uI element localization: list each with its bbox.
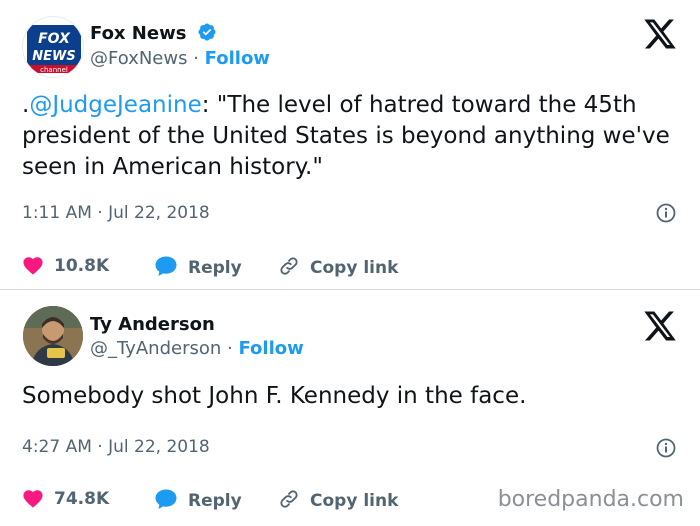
heart-icon bbox=[23, 257, 43, 275]
mention-link[interactable]: @JudgeJeanine bbox=[29, 92, 201, 118]
handle-row: @FoxNews · Follow bbox=[90, 48, 270, 69]
timestamp[interactable]: 1:11 AM · Jul 22, 2018 bbox=[22, 203, 210, 223]
profile-photo-icon bbox=[23, 306, 83, 366]
reply-button[interactable]: Reply bbox=[154, 255, 242, 278]
copy-link-label: Copy link bbox=[310, 258, 399, 278]
tweet-card-foxnews[interactable]: FOX NEWS channel Fox News @FoxNews · Fol… bbox=[0, 0, 700, 289]
handle-row: @_TyAnderson · Follow bbox=[90, 338, 304, 359]
heart-icon bbox=[23, 490, 43, 508]
link-icon bbox=[280, 490, 298, 508]
logo-text-channel: channel bbox=[40, 66, 68, 74]
info-icon[interactable] bbox=[656, 203, 676, 223]
handle-text[interactable]: @FoxNews bbox=[90, 48, 187, 69]
info-icon[interactable] bbox=[656, 438, 676, 458]
handle-text[interactable]: @_TyAnderson bbox=[90, 338, 221, 359]
fox-news-logo-icon: FOX NEWS channel bbox=[27, 25, 81, 74]
reply-bubble-icon bbox=[155, 256, 177, 276]
reply-label: Reply bbox=[188, 491, 242, 511]
watermark-text: boredpanda.com bbox=[497, 487, 684, 512]
copy-link-button[interactable]: Copy link bbox=[278, 488, 398, 511]
copy-link-button[interactable]: Copy link bbox=[278, 255, 398, 278]
separator-dot: · bbox=[193, 48, 199, 69]
author-name[interactable]: Fox News bbox=[90, 22, 217, 47]
x-logo-icon[interactable] bbox=[642, 310, 678, 342]
author-name-text: Ty Anderson bbox=[90, 314, 215, 335]
follow-button[interactable]: Follow bbox=[238, 338, 303, 359]
tweet-text: .@JudgeJeanine: "The level of hatred tow… bbox=[22, 90, 678, 183]
verified-badge-icon bbox=[197, 22, 217, 47]
like-button[interactable]: 10.8K bbox=[22, 255, 109, 276]
separator-dot: · bbox=[227, 338, 233, 359]
logo-text-fox: FOX bbox=[38, 31, 71, 47]
reply-button[interactable]: Reply bbox=[154, 488, 242, 511]
timestamp[interactable]: 4:27 AM · Jul 22, 2018 bbox=[22, 437, 210, 457]
follow-button[interactable]: Follow bbox=[205, 48, 270, 69]
copy-link-label: Copy link bbox=[310, 491, 399, 511]
like-button[interactable]: 74.8K bbox=[22, 488, 109, 509]
tweet-text: Somebody shot John F. Kennedy in the fac… bbox=[22, 383, 527, 409]
avatar-foxnews[interactable]: FOX NEWS channel bbox=[22, 16, 84, 78]
link-icon bbox=[280, 257, 298, 275]
like-count: 74.8K bbox=[54, 489, 110, 509]
reply-label: Reply bbox=[188, 258, 242, 278]
like-count: 10.8K bbox=[54, 256, 110, 276]
author-name[interactable]: Ty Anderson bbox=[90, 314, 215, 335]
avatar-tyanderson[interactable] bbox=[23, 306, 83, 366]
reply-bubble-icon bbox=[155, 489, 177, 509]
logo-text-news: NEWS bbox=[32, 49, 75, 64]
x-logo-icon[interactable] bbox=[642, 18, 678, 50]
author-name-text: Fox News bbox=[90, 23, 187, 44]
